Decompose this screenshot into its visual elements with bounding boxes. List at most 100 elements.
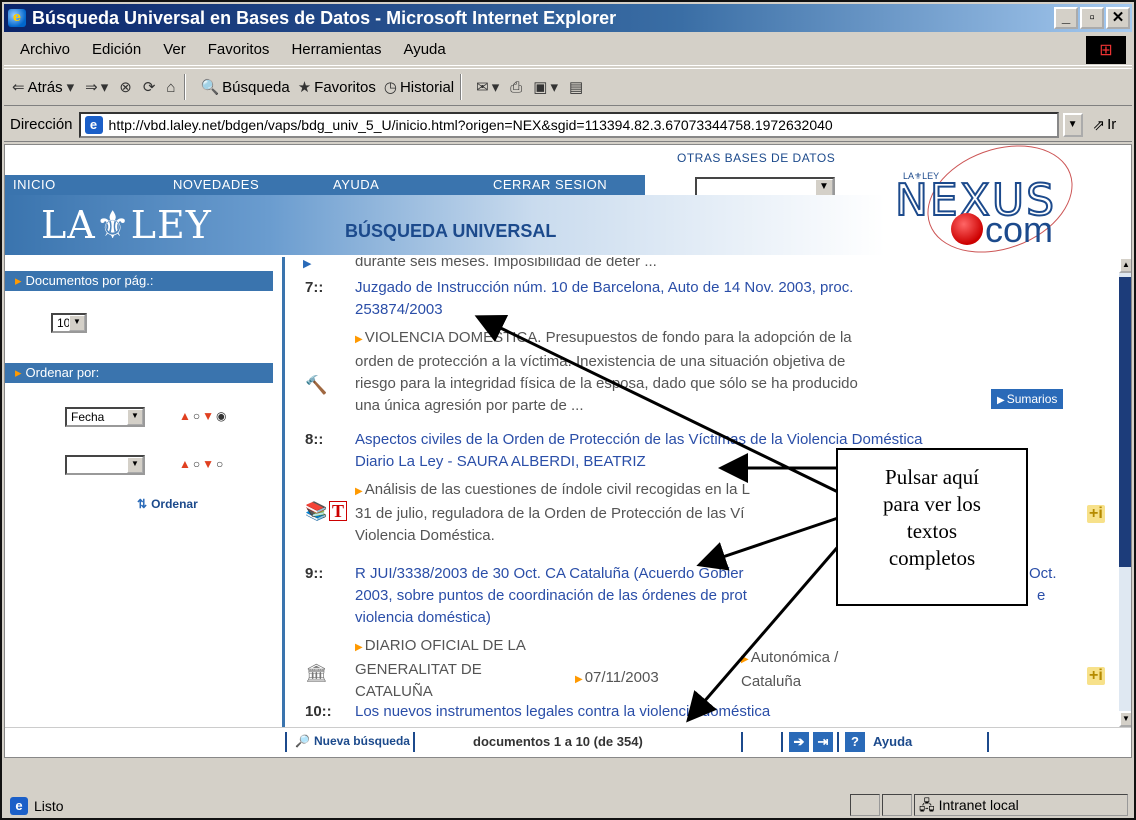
menu-ayuda[interactable]: Ayuda	[397, 41, 451, 58]
dropdown-icon[interactable]: ▾	[550, 78, 558, 96]
scroll-up-icon[interactable]: ▲	[1119, 257, 1131, 273]
favorites-label: Favoritos	[314, 78, 376, 96]
summary-line: una única agresión por parte de ...	[355, 397, 584, 414]
result-title-line[interactable]: Aspectos civiles de la Orden de Protecci…	[355, 431, 923, 448]
result-title[interactable]: R JUI/3338/2003 de 30 Oct. CA Cataluña (…	[355, 563, 747, 629]
refresh-button[interactable]: ⟳	[143, 78, 159, 96]
result-title-line[interactable]: 2003, sobre puntos de coordinación de la…	[355, 587, 747, 604]
dropdown-icon[interactable]: ▾	[492, 78, 500, 96]
summary-line: Análisis de las cuestiones de índole civ…	[364, 481, 750, 498]
back-label: Atrás	[27, 78, 63, 96]
windows-logo-icon: ⊞	[1086, 36, 1126, 64]
nexus-com: com	[985, 209, 1054, 250]
go-arrow-icon: ⇗	[1092, 116, 1106, 134]
result-title[interactable]: Los nuevos instrumentos legales contra l…	[355, 701, 770, 723]
plus-icon[interactable]: +i	[1087, 505, 1105, 523]
next-page-icon[interactable]: ➔	[789, 732, 809, 752]
menu-favoritos[interactable]: Favoritos	[202, 41, 276, 58]
summary-line: VIOLENCIA DOMÉSTICA. Presupuestos de fon…	[364, 329, 852, 346]
callout-box: Pulsar aquí para ver los textos completo…	[836, 448, 1028, 606]
minimize-button[interactable]: _	[1054, 7, 1078, 29]
discuss-icon: ▤	[568, 79, 584, 96]
docs-per-page-select[interactable]: 10 ▼	[51, 313, 87, 333]
favorites-icon: ★	[297, 79, 312, 96]
nav-inicio[interactable]: INICIO	[5, 175, 165, 195]
help-link[interactable]: Ayuda	[873, 734, 912, 749]
result-title[interactable]: Juzgado de Instrucción núm. 10 de Barcel…	[355, 277, 853, 321]
history-button[interactable]: ◷ Historial	[383, 78, 454, 97]
sumarios-button[interactable]: ▶ Sumarios	[991, 389, 1064, 409]
ordenar-button[interactable]: ⇅ Ordenar	[137, 497, 198, 511]
scroll-down-icon[interactable]: ▼	[1119, 711, 1131, 727]
address-input[interactable]: e http://vbd.laley.net/bdgen/vaps/bdg_un…	[78, 111, 1059, 138]
nav-ayuda[interactable]: AYUDA	[325, 175, 485, 195]
gavel-icon[interactable]: 🔨	[305, 375, 327, 396]
results-footer: 🔎 Nueva búsqueda documentos 1 a 10 (de 35…	[5, 727, 1131, 757]
source-line: GENERALITAT DE	[355, 661, 482, 678]
print-button[interactable]: ⎙	[510, 79, 525, 96]
menu-ver[interactable]: Ver	[157, 41, 192, 58]
dropdown-icon[interactable]: ▾	[101, 78, 109, 96]
text-document-icon[interactable]: T	[329, 501, 348, 521]
menu-herramientas[interactable]: Herramientas	[285, 41, 387, 58]
sort-order-1[interactable]: ▲○▼◉	[179, 409, 229, 423]
building-icon[interactable]: 🏛	[305, 663, 328, 684]
search-button[interactable]: 🔍 Búsqueda	[200, 78, 289, 97]
last-page-icon[interactable]: ⇥	[813, 732, 833, 752]
left-panel: Documentos por pág.: 10▼ Ordenar por: Fe…	[5, 257, 285, 727]
home-icon: ⌂	[166, 78, 176, 96]
result-title-line[interactable]: 253874/2003	[355, 301, 443, 318]
refresh-icon: ⟳	[142, 79, 156, 96]
menu-edicion[interactable]: Edición	[86, 41, 147, 58]
nav-novedades[interactable]: NOVEDADES	[165, 175, 325, 195]
new-search-label: Nueva búsqueda	[313, 734, 410, 748]
address-label: Dirección	[10, 116, 73, 133]
result-title-tail[interactable]: Oct.	[1029, 563, 1057, 585]
maximize-button[interactable]: ▫	[1080, 7, 1104, 29]
sort-asc-icon: ▲	[179, 409, 193, 423]
chevron-down-icon[interactable]: ▼	[69, 315, 85, 331]
nexus-logo[interactable]: LA⚜LEY NEXUS com	[885, 145, 1095, 272]
separator	[184, 74, 187, 100]
favorites-button[interactable]: ★ Favoritos	[297, 78, 376, 97]
chevron-down-icon[interactable]: ▼	[127, 457, 143, 473]
sort-select-1[interactable]: Fecha ▼	[65, 407, 145, 427]
plus-icon[interactable]: +i	[1087, 667, 1105, 685]
mail-button[interactable]: ✉ ▾	[476, 78, 502, 96]
nav-cerrar-sesion[interactable]: CERRAR SESION	[485, 175, 645, 195]
dropdown-icon[interactable]: ▾	[67, 78, 75, 96]
stop-button[interactable]: ⊗	[119, 78, 135, 96]
result-title-line[interactable]: violencia doméstica)	[355, 609, 491, 626]
home-button[interactable]: ⌂	[166, 79, 178, 96]
date-value: 07/11/2003	[584, 669, 659, 686]
result-title-line[interactable]: Juzgado de Instrucción núm. 10 de Barcel…	[355, 279, 853, 296]
go-button[interactable]: ⇗ Ir	[1093, 116, 1117, 134]
back-button[interactable]: ⇐ Atrás ▾	[12, 78, 77, 97]
title-bar[interactable]: e Búsqueda Universal en Bases de Datos -…	[4, 4, 1132, 32]
radio-desc-selected[interactable]: ◉	[216, 409, 228, 423]
new-search-link[interactable]: 🔎 Nueva búsqueda	[295, 734, 410, 748]
radio-desc[interactable]: ○	[216, 457, 225, 471]
edit-button[interactable]: ▣ ▾	[533, 78, 561, 96]
address-dropdown[interactable]: ▼	[1062, 112, 1083, 137]
scroll-thumb[interactable]	[1119, 277, 1131, 567]
menu-archivo[interactable]: Archivo	[14, 41, 76, 58]
radio-asc[interactable]: ○	[193, 457, 202, 471]
result-title-line[interactable]: R JUI/3338/2003 de 30 Oct. CA Cataluña (…	[355, 565, 744, 582]
discuss-button[interactable]: ▤	[569, 78, 586, 96]
radio-asc[interactable]: ○	[193, 409, 202, 423]
sort-select-2[interactable]: ▼	[65, 455, 145, 475]
history-icon: ◷	[383, 79, 397, 96]
chevron-down-icon[interactable]: ▼	[127, 409, 143, 425]
close-button[interactable]: ✕	[1106, 7, 1130, 29]
result-title-tail[interactable]: e	[1037, 585, 1045, 607]
vertical-scrollbar[interactable]: ▲ ▼	[1119, 257, 1131, 727]
summary-line: riesgo para la integridad física de la e…	[355, 375, 858, 392]
magnifier-icon: 🔎	[295, 734, 310, 748]
result-title-line[interactable]: Diario La Ley - SAURA ALBERDI, BEATRIZ	[355, 453, 646, 470]
sort-select-1-value: Fecha	[71, 410, 105, 424]
forward-button[interactable]: ⇒ ▾	[85, 78, 111, 96]
help-icon[interactable]: ?	[845, 732, 865, 752]
sort-order-2[interactable]: ▲○▼○	[179, 457, 225, 471]
book-icon[interactable]: 📚	[305, 501, 327, 522]
